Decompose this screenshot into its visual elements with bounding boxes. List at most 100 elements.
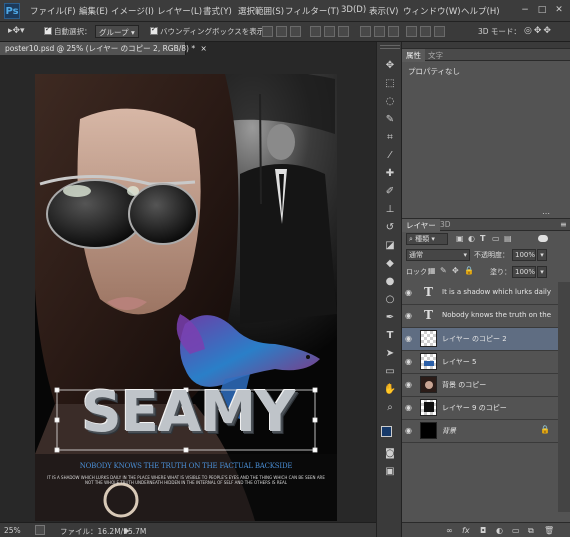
move-tool-icon[interactable]: ▸✥▾ [8,26,25,36]
filter-toggle[interactable] [538,235,548,242]
foreground-color-swatch[interactable] [381,426,392,437]
fill-dropdown-icon[interactable]: ▾ [537,266,547,278]
visibility-eye-icon[interactable]: ◉ [405,380,415,389]
align-left-icon[interactable] [310,26,321,37]
blur-tool-icon[interactable]: ● [382,274,398,290]
panel-menu-icon[interactable]: ≡ [560,220,567,229]
type-tool-icon[interactable]: T [382,328,398,344]
menu-select[interactable]: 選択範囲(S) [238,5,284,17]
mask-icon[interactable]: ◘ [480,526,486,535]
visibility-eye-icon[interactable]: ◉ [405,357,415,366]
toolbar-grip[interactable] [380,45,400,49]
layer-row[interactable]: ◉ T Nobody knows the truth on the ... [402,305,558,328]
menu-help[interactable]: ヘルプ(H) [461,5,500,17]
align-vcenter-icon[interactable] [276,26,287,37]
status-menu-icon[interactable] [35,525,45,535]
pen-tool-icon[interactable]: ✒ [382,310,398,326]
tab-close-icon[interactable]: × [201,44,207,53]
status-arrow-icon[interactable]: ▶ [124,526,130,535]
distribute-bottom-icon[interactable] [388,26,399,37]
healing-brush-icon[interactable]: ✚ [382,166,398,182]
folder-icon[interactable]: ▭ [512,526,520,535]
distribute-left-icon[interactable] [406,26,417,37]
distribute-hcenter-icon[interactable] [420,26,431,37]
paint-bucket-icon[interactable]: ◆ [382,256,398,272]
lock-transparent-icon[interactable]: ▦ [428,266,436,275]
visibility-eye-icon[interactable]: ◉ [405,288,415,297]
fx-icon[interactable]: fx [462,526,470,535]
clone-stamp-icon[interactable]: ⊥ [382,202,398,218]
layers-scrollbar[interactable] [558,282,570,512]
distribute-vcenter-icon[interactable] [374,26,385,37]
eyedropper-tool-icon[interactable]: ⁄ [382,148,398,164]
shape-tool-icon[interactable]: ▭ [382,364,398,380]
poster-canvas[interactable]: SEAMY NOBODY KNOWS THE TRUTH ON THE FACT… [35,74,337,521]
eraser-tool-icon[interactable]: ◪ [382,238,398,254]
distribute-right-icon[interactable] [434,26,445,37]
auto-select-checkbox[interactable]: 自動選択： [44,25,92,37]
layer-row[interactable]: ◉ レイヤー 9 のコピー [402,397,558,420]
filter-adjustment-icon[interactable]: ◐ [468,234,475,243]
lock-position-icon[interactable]: ✥ [452,266,459,275]
3d-mode-icons[interactable]: ◎✥✥ [524,26,553,36]
link-icon[interactable]: ∞ [446,526,453,535]
menu-file[interactable]: ファイル(F) [30,5,76,17]
quick-mask-icon[interactable]: ◙ [382,446,398,462]
zoom-tool-icon[interactable]: ⌕ [382,400,398,416]
layer-row-background[interactable]: ◉ 背景 🔒 [402,420,558,443]
menu-layer[interactable]: レイヤー(L) [157,5,202,17]
auto-select-dropdown[interactable]: グループ ▾ [95,25,139,38]
adjustment-icon[interactable]: ◐ [496,526,503,535]
properties-collapse-icon[interactable]: ⋯ [542,209,550,218]
trash-icon[interactable]: 🗑 [544,526,554,535]
path-select-icon[interactable]: ➤ [382,346,398,362]
quick-select-tool-icon[interactable]: ✎ [382,112,398,128]
fill-input[interactable]: 100% [512,266,536,278]
close-icon[interactable]: ✕ [552,4,566,16]
layer-row-selected[interactable]: ◉ レイヤー のコピー 2 [402,328,558,351]
brush-tool-icon[interactable]: ✐ [382,184,398,200]
history-brush-icon[interactable]: ↺ [382,220,398,236]
lock-all-icon[interactable]: 🔒 [464,266,474,275]
layer-row[interactable]: ◉ 背景 のコピー [402,374,558,397]
dodge-tool-icon[interactable]: ○ [382,292,398,308]
maximize-icon[interactable]: □ [535,4,549,16]
visibility-eye-icon[interactable]: ◉ [405,311,415,320]
visibility-eye-icon[interactable]: ◉ [405,403,415,412]
menu-image[interactable]: イメージ(I) [111,5,154,17]
hand-tool-icon[interactable]: ✋ [382,382,398,398]
tab-character[interactable]: 文字 [424,49,447,62]
menu-type[interactable]: 書式(Y) [203,5,232,17]
menu-3d[interactable]: 3D(D) [341,5,366,15]
document-tab[interactable]: poster10.psd @ 25% (レイヤー のコピー 2, RGB/8) … [0,42,207,55]
screen-mode-icon[interactable]: ▣ [382,464,398,480]
lasso-tool-icon[interactable]: ◌ [382,94,398,110]
opacity-input[interactable]: 100% [512,249,536,261]
layer-filter-kind[interactable]: ⌕ 種類 ▾ [406,233,448,245]
distribute-top-icon[interactable] [360,26,371,37]
menu-filter[interactable]: フィルター(T) [285,5,339,17]
crop-tool-icon[interactable]: ⌗ [382,130,398,146]
lock-pixels-icon[interactable]: ✎ [440,266,447,275]
layer-row[interactable]: ◉ T It is a shadow which lurks daily ... [402,282,558,305]
menu-edit[interactable]: 編集(E) [79,5,108,17]
tab-3d[interactable]: 3D [436,219,455,230]
zoom-level[interactable]: 25% [4,526,21,535]
minimize-icon[interactable]: − [518,4,532,16]
menu-window[interactable]: ウィンドウ(W) [403,5,461,17]
align-hcenter-icon[interactable] [324,26,335,37]
align-bottom-icon[interactable] [290,26,301,37]
tab-layers[interactable]: レイヤー [402,219,440,232]
move-tool-icon[interactable]: ✥ [382,58,398,74]
visibility-eye-icon[interactable]: ◉ [405,334,415,343]
blend-mode-dropdown[interactable]: 通常 ▾ [406,249,470,261]
filter-smart-icon[interactable]: ▤ [504,234,512,243]
layer-row[interactable]: ◉ レイヤー 5 [402,351,558,374]
filter-pixel-icon[interactable]: ▣ [456,234,464,243]
filter-type-icon[interactable]: T [480,234,485,243]
bounding-box-checkbox[interactable]: バウンディングボックスを表示 [150,25,264,37]
align-right-icon[interactable] [338,26,349,37]
filter-shape-icon[interactable]: ▭ [492,234,500,243]
opacity-dropdown-icon[interactable]: ▾ [537,249,547,261]
new-layer-icon[interactable]: ⧉ [528,526,534,536]
